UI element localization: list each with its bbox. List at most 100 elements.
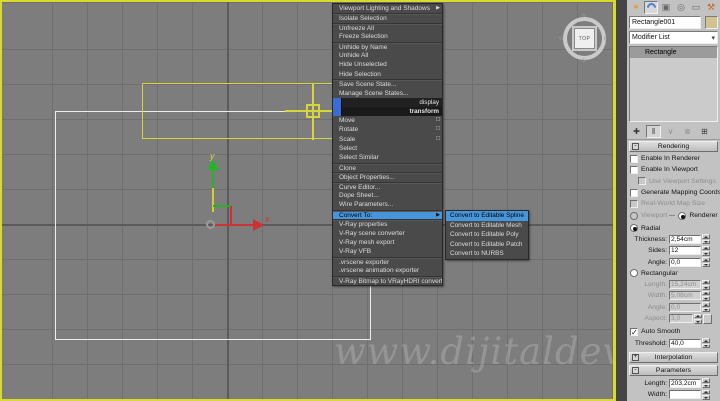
submenu-item-editable-patch[interactable]: Convert to Editable Patch [446,240,528,250]
radial-radio[interactable] [630,224,638,232]
stack-item-rectangle[interactable]: Rectangle [630,47,717,58]
submenu-item-editable-poly[interactable]: Convert to Editable Poly [446,230,528,240]
param-width-field[interactable] [669,390,701,399]
interpolation-rollout-header[interactable]: + Interpolation [629,352,718,363]
menu-item-save-scene-state[interactable]: Save Scene State... [333,79,442,88]
enable-in-viewport-checkbox[interactable] [630,166,638,174]
rectangular-radio[interactable] [630,269,638,277]
submenu-item-editable-spline[interactable]: Convert to Editable Spline [446,211,528,221]
tab-display[interactable]: ▭ [689,1,703,14]
angle-field[interactable]: 0,0 [669,258,701,267]
spinner-up-icon[interactable] [702,257,710,262]
menu-item-move[interactable]: Move □ [333,116,442,125]
panel-divider[interactable] [616,0,627,401]
menu-item-manage-scene-states[interactable]: Manage Scene States... [333,89,442,98]
object-color-swatch[interactable] [705,16,718,29]
tab-hierarchy[interactable]: ▣ [659,1,673,14]
submenu-item-editable-mesh[interactable]: Convert to Editable Mesh [446,221,528,231]
param-length-spinner[interactable] [702,378,710,388]
spinner-down-icon[interactable] [702,384,710,389]
spinner-down-icon[interactable] [702,240,710,245]
menu-item-vrscene-exporter[interactable]: .vrscene exporter [333,257,442,266]
viewcube-top-face[interactable]: TOP [574,28,595,49]
menu-item-label: Wire Parameters... [339,201,393,208]
thickness-field[interactable]: 2,54cm [669,235,701,244]
gizmo-x-axis[interactable] [214,224,254,226]
settings-box-icon[interactable]: □ [436,125,440,133]
menu-item-freeze-selection[interactable]: Freeze Selection [333,32,442,41]
menu-item-unfreeze-all[interactable]: Unfreeze All [333,23,442,32]
spinner-down-icon[interactable] [702,395,710,400]
modifier-stack[interactable]: Rectangle [629,46,718,122]
gizmo-xy-plane-red[interactable] [230,206,232,225]
menu-item-select-similar[interactable]: Select Similar [333,153,442,162]
tab-motion[interactable]: ◎ [674,1,688,14]
enable-in-renderer-checkbox[interactable] [630,155,638,163]
settings-box-icon[interactable]: □ [436,116,440,124]
gizmo-xy-plane-green[interactable] [213,205,231,207]
menu-item-dope-sheet[interactable]: Dope Sheet... [333,191,442,200]
renderer-radio[interactable] [678,212,686,220]
object-name-field[interactable]: Rectangle001 [629,16,701,29]
sides-spinner[interactable] [702,246,710,256]
threshold-spinner[interactable] [702,338,710,348]
menu-item-select[interactable]: Select [333,144,442,153]
thickness-spinner[interactable] [702,234,710,244]
menu-item-clone[interactable]: Clone [333,163,442,172]
menu-item-wire-parameters[interactable]: Wire Parameters... [333,200,442,209]
spinner-down-icon[interactable] [702,251,710,256]
show-end-result-button[interactable]: ‖ [646,125,661,138]
menu-item-vray-scene-converter[interactable]: V-Ray scene converter [333,229,442,238]
menu-item-convert-to[interactable]: Convert To: ▶ [333,210,442,219]
menu-item-viewport-lighting[interactable]: Viewport Lighting and Shadows ▶ [333,4,442,13]
tab-create[interactable]: ✶ [629,1,643,14]
collapse-icon[interactable]: - [632,143,639,150]
viewcube[interactable]: N E S W TOP [561,15,608,62]
remove-modifier-button[interactable]: ⊗ [680,125,695,138]
angle-spinner[interactable] [702,257,710,267]
menu-item-vray-properties[interactable]: V-Ray properties [333,219,442,228]
menu-item-vrscene-animation-exporter[interactable]: .vrscene animation exporter [333,266,442,275]
menu-item-isolate-selection[interactable]: Isolate Selection [333,13,442,22]
gizmo-x-arrowhead[interactable] [253,219,264,231]
tab-utilities[interactable]: ⚒ [704,1,718,14]
configure-modifier-sets-button[interactable]: ⊞ [697,125,712,138]
expand-icon[interactable]: + [632,354,639,361]
selection-pivot-marker[interactable] [306,104,320,118]
menu-item-unhide-by-name[interactable]: Unhide by Name [333,42,442,51]
pin-stack-button[interactable]: ✚ [629,125,644,138]
menu-item-curve-editor[interactable]: Curve Editor... [333,182,442,191]
menu-item-vray-mesh-export[interactable]: V-Ray mesh export [333,238,442,247]
gizmo-y-axis[interactable] [212,169,214,188]
spinner-down-icon[interactable] [702,263,710,268]
spinner-up-icon[interactable] [702,338,710,343]
menu-item-scale[interactable]: Scale □ [333,135,442,144]
spinner-up-icon[interactable] [702,378,710,383]
param-length-field[interactable]: 203,2cm [669,379,701,388]
menu-item-object-properties[interactable]: Object Properties... [333,172,442,181]
make-unique-button[interactable]: ∨ [663,125,678,138]
spinner-down-icon[interactable] [702,344,710,349]
viewport-top[interactable]: y x www.dijitaldevs N E S W TOP [0,0,616,401]
parameters-rollout-header[interactable]: - Parameters [629,365,718,376]
menu-item-vray-bitmap-converter[interactable]: V-Ray Bitmap to VRayHDRI converter [333,276,442,285]
sides-field[interactable]: 12 [669,246,701,255]
threshold-field[interactable]: 40,0 [669,339,701,348]
menu-item-hide-unselected[interactable]: Hide Unselected [333,60,442,69]
tab-modify[interactable] [644,1,658,14]
modifier-list-dropdown[interactable]: Modifier List ▾ [629,31,718,44]
param-width-spinner[interactable] [702,390,710,400]
spinner-up-icon[interactable] [702,390,710,395]
settings-box-icon[interactable]: □ [436,135,440,143]
menu-item-vray-vfb[interactable]: V-Ray VFB [333,247,442,256]
auto-smooth-checkbox[interactable]: ✓ [630,328,638,336]
menu-item-unhide-all[interactable]: Unhide All [333,51,442,60]
rendering-rollout-header[interactable]: - Rendering [629,141,718,152]
menu-item-hide-selection[interactable]: Hide Selection [333,70,442,79]
submenu-item-nurbs[interactable]: Convert to NURBS [446,249,528,259]
collapse-icon[interactable]: - [632,367,639,374]
spinner-up-icon[interactable] [702,234,710,239]
menu-item-rotate[interactable]: Rotate □ [333,125,442,134]
spinner-up-icon[interactable] [702,246,710,251]
generate-mapping-checkbox[interactable] [630,189,638,197]
